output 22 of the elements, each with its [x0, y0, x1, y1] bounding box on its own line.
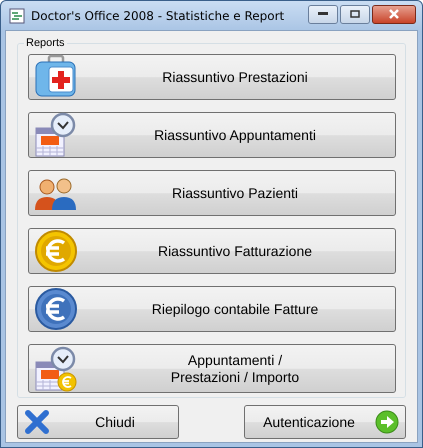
- euro-coin-icon: [33, 228, 79, 274]
- close-window-button[interactable]: [372, 4, 416, 24]
- close-icon: [388, 9, 400, 19]
- close-icon: [24, 409, 50, 435]
- report-button[interactable]: Riassuntivo Pazienti: [28, 170, 396, 216]
- group-label: Reports: [25, 37, 66, 49]
- maximize-icon: [350, 10, 360, 18]
- report-button[interactable]: Appuntamenti / Prestazioni / Importo: [28, 344, 396, 393]
- maximize-button[interactable]: [340, 4, 370, 24]
- report-button[interactable]: Riassuntivo Fatturazione: [28, 228, 396, 274]
- report-button[interactable]: Riassuntivo Appuntamenti: [28, 112, 396, 158]
- app-icon: [9, 8, 25, 24]
- minimize-icon: [318, 12, 328, 16]
- calendar-clock-coin-icon: [33, 346, 79, 392]
- arrow-right-icon: [375, 410, 399, 434]
- authentication-button[interactable]: Autenticazione: [244, 405, 406, 439]
- report-button[interactable]: Riepilogo contabile Fatture: [28, 286, 396, 332]
- euro-coin-icon: [33, 286, 79, 332]
- report-button[interactable]: Riassuntivo Prestazioni: [28, 54, 396, 100]
- minimize-button[interactable]: [308, 4, 338, 24]
- window-title: Doctor's Office 2008 - Statistiche e Report: [31, 8, 286, 22]
- close-button[interactable]: Chiudi: [17, 405, 179, 439]
